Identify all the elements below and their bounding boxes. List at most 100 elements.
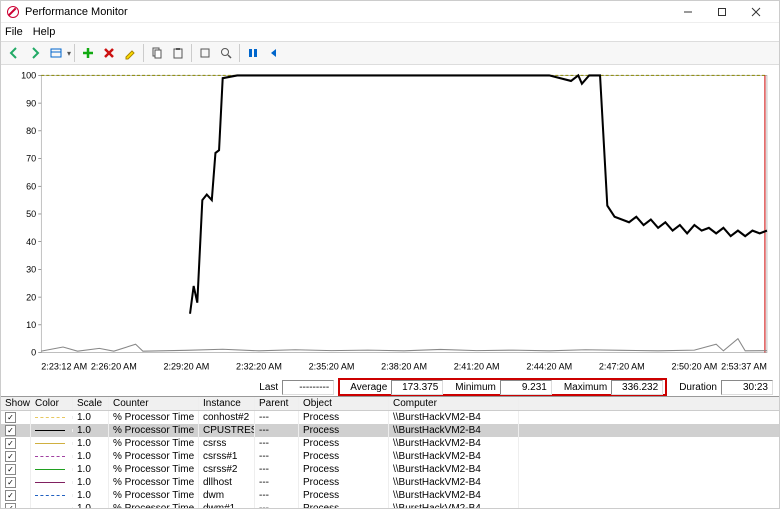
cell-scale: 1.0 <box>73 502 109 508</box>
show-checkbox[interactable]: ✓ <box>5 477 16 488</box>
minimum-label: Minimum <box>455 382 496 393</box>
cell-counter: % Processor Time <box>109 476 199 489</box>
close-button[interactable] <box>739 2 773 22</box>
col-counter[interactable]: Counter <box>109 397 199 410</box>
app-icon <box>7 6 19 18</box>
cell-counter: % Processor Time <box>109 411 199 424</box>
svg-text:2:38:20 AM: 2:38:20 AM <box>381 361 427 371</box>
freeze-button[interactable] <box>243 43 263 63</box>
cell-counter: % Processor Time <box>109 450 199 463</box>
cell-counter: % Processor Time <box>109 502 199 508</box>
table-row[interactable]: ✓1.0% Processor Timedllhost---Process\\B… <box>1 476 779 489</box>
show-checkbox[interactable]: ✓ <box>5 451 16 462</box>
col-object[interactable]: Object <box>299 397 389 410</box>
col-computer[interactable]: Computer <box>389 397 519 410</box>
cell-object: Process <box>299 463 389 476</box>
cell-instance: CPUSTRES <box>199 424 255 437</box>
show-checkbox[interactable]: ✓ <box>5 425 16 436</box>
window-title: Performance Monitor <box>25 6 128 18</box>
zoom-button[interactable] <box>216 43 236 63</box>
svg-text:2:50:20 AM: 2:50:20 AM <box>671 361 717 371</box>
last-value: --------- <box>282 380 334 395</box>
svg-text:60: 60 <box>26 181 36 191</box>
svg-text:80: 80 <box>26 126 36 136</box>
col-show[interactable]: Show <box>1 397 31 410</box>
properties-button[interactable] <box>195 43 215 63</box>
cell-object: Process <box>299 437 389 450</box>
cell-counter: % Processor Time <box>109 489 199 502</box>
show-checkbox[interactable]: ✓ <box>5 464 16 475</box>
table-row[interactable]: ✓1.0% Processor Timedwm---Process\\Burst… <box>1 489 779 502</box>
show-checkbox[interactable]: ✓ <box>5 503 16 508</box>
col-color[interactable]: Color <box>31 397 73 410</box>
cell-parent: --- <box>255 424 299 437</box>
svg-text:2:23:12 AM: 2:23:12 AM <box>41 361 87 371</box>
cell-computer: \\BurstHackVM2-B4 <box>389 437 519 450</box>
table-header: Show Color Scale Counter Instance Parent… <box>1 397 779 411</box>
add-counter-button[interactable] <box>78 43 98 63</box>
table-row[interactable]: ✓1.0% Processor Timecsrss---Process\\Bur… <box>1 437 779 450</box>
cell-computer: \\BurstHackVM2-B4 <box>389 450 519 463</box>
menu-file[interactable]: File <box>5 26 23 38</box>
cell-object: Process <box>299 476 389 489</box>
cell-instance: dwm#1 <box>199 502 255 508</box>
svg-text:2:41:20 AM: 2:41:20 AM <box>454 361 500 371</box>
counter-table[interactable]: Show Color Scale Counter Instance Parent… <box>1 396 779 508</box>
minimize-button[interactable] <box>671 2 705 22</box>
table-row[interactable]: ✓1.0% Processor Timecsrss#2---Process\\B… <box>1 463 779 476</box>
color-swatch <box>35 469 65 470</box>
cell-computer: \\BurstHackVM2-B4 <box>389 424 519 437</box>
average-label: Average <box>350 382 387 393</box>
svg-text:40: 40 <box>26 237 36 247</box>
cell-counter: % Processor Time <box>109 463 199 476</box>
cell-counter: % Processor Time <box>109 424 199 437</box>
view-type-button[interactable] <box>46 43 66 63</box>
cell-parent: --- <box>255 411 299 424</box>
average-value: 173.375 <box>391 380 443 395</box>
back-button[interactable] <box>4 43 24 63</box>
cell-computer: \\BurstHackVM2-B4 <box>389 489 519 502</box>
cell-instance: conhost#2 <box>199 411 255 424</box>
cell-computer: \\BurstHackVM2-B4 <box>389 411 519 424</box>
cell-counter: % Processor Time <box>109 437 199 450</box>
show-checkbox[interactable]: ✓ <box>5 490 16 501</box>
table-row[interactable]: ✓1.0% Processor Timecsrss#1---Process\\B… <box>1 450 779 463</box>
color-swatch <box>35 456 65 457</box>
menu-bar: File Help <box>1 23 779 41</box>
delete-counter-button[interactable] <box>99 43 119 63</box>
maximum-value: 336.232 <box>611 380 663 395</box>
cell-scale: 1.0 <box>73 424 109 437</box>
svg-text:90: 90 <box>26 98 36 108</box>
cell-scale: 1.0 <box>73 463 109 476</box>
svg-text:0: 0 <box>31 348 36 358</box>
highlight-button[interactable] <box>120 43 140 63</box>
col-instance[interactable]: Instance <box>199 397 255 410</box>
svg-text:2:47:20 AM: 2:47:20 AM <box>599 361 645 371</box>
color-swatch <box>35 417 65 418</box>
col-parent[interactable]: Parent <box>255 397 299 410</box>
cell-scale: 1.0 <box>73 437 109 450</box>
show-checkbox[interactable]: ✓ <box>5 412 16 423</box>
table-row[interactable]: ✓ 1.0% Processor Timeconhost#2---Process\… <box>1 411 779 424</box>
cell-object: Process <box>299 411 389 424</box>
col-scale[interactable]: Scale <box>73 397 109 410</box>
show-checkbox[interactable]: ✓ <box>5 438 16 449</box>
menu-help[interactable]: Help <box>33 26 56 38</box>
maximize-button[interactable] <box>705 2 739 22</box>
table-row[interactable]: ✓1.0% Processor TimeCPUSTRES---Process\\… <box>1 424 779 437</box>
performance-chart[interactable]: 01020304050607080901002:23:12 AM2:26:20 … <box>1 65 779 378</box>
paste-button[interactable] <box>168 43 188 63</box>
table-row[interactable]: ✓1.0% Processor Timedwm#1---Process\\Bur… <box>1 502 779 508</box>
cell-scale: 1.0 <box>73 411 109 424</box>
cell-object: Process <box>299 450 389 463</box>
svg-text:2:32:20 AM: 2:32:20 AM <box>236 361 282 371</box>
minimum-value: 9.231 <box>500 380 552 395</box>
svg-text:50: 50 <box>26 209 36 219</box>
svg-text:2:29:20 AM: 2:29:20 AM <box>163 361 209 371</box>
copy-button[interactable] <box>147 43 167 63</box>
svg-text:2:26:20 AM: 2:26:20 AM <box>91 361 137 371</box>
forward-button[interactable] <box>25 43 45 63</box>
update-button[interactable] <box>264 43 284 63</box>
svg-text:10: 10 <box>26 320 36 330</box>
color-swatch <box>35 443 65 444</box>
